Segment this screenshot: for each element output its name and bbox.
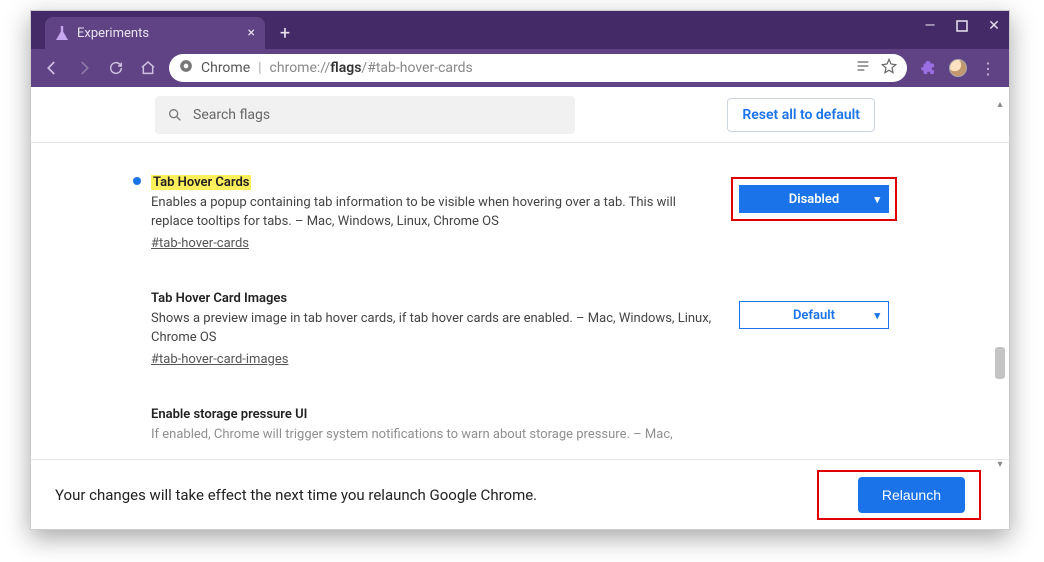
flags-list: Tab Hover Cards Enables a popup containi… [31, 143, 1009, 459]
extensions-icon[interactable] [917, 57, 939, 79]
tab-title: Experiments [77, 26, 149, 41]
scroll-up-icon[interactable]: ▴ [993, 97, 1007, 111]
url-prefix: Chrome [201, 60, 250, 76]
search-icon [167, 107, 183, 123]
content: Search flags Reset all to default Tab Ho… [31, 87, 1009, 529]
relaunch-message: Your changes will take effect the next t… [55, 486, 537, 504]
flag-title: Tab Hover Card Images [151, 291, 287, 306]
scroll-down-icon[interactable]: ▾ [993, 457, 1007, 471]
new-tab-button[interactable]: + [271, 19, 299, 47]
titlebar: Experiments × + ― ✕ [31, 11, 1009, 49]
minimize-icon[interactable]: ― [921, 17, 939, 35]
flag-anchor[interactable]: #tab-hover-card-images [151, 350, 288, 370]
avatar[interactable] [949, 59, 967, 77]
omnibox[interactable]: Chrome | chrome://flags/#tab-hover-cards [169, 54, 907, 82]
relaunch-button[interactable]: Relaunch [858, 477, 965, 513]
toolbar: Chrome | chrome://flags/#tab-hover-cards… [31, 49, 1009, 87]
forward-button[interactable] [73, 57, 95, 79]
flag-desc: Shows a preview image in tab hover cards… [151, 311, 711, 346]
browser-tab-experiments[interactable]: Experiments × [45, 17, 265, 49]
back-button[interactable] [41, 57, 63, 79]
scrollbar[interactable]: ▴ ▾ [993, 127, 1007, 459]
relaunch-bar: Your changes will take effect the next t… [31, 459, 1009, 529]
reader-icon[interactable] [855, 58, 871, 78]
close-icon[interactable]: ✕ [985, 17, 1003, 35]
url-path: chrome://flags/#tab-hover-cards [270, 60, 473, 76]
scroll-thumb[interactable] [995, 347, 1005, 379]
flag-dropdown[interactable]: Default [739, 289, 889, 369]
home-button[interactable] [137, 57, 159, 79]
flag-anchor[interactable]: #tab-hover-cards [151, 234, 249, 254]
flag-dropdown-value[interactable]: Disabled [739, 185, 889, 213]
chrome-info-icon [179, 59, 193, 77]
search-placeholder: Search flags [193, 107, 270, 123]
flags-topbar: Search flags Reset all to default [31, 87, 1009, 143]
flag-tab-hover-card-images: Tab Hover Card Images Shows a preview im… [151, 279, 889, 395]
flag-dropdown-value[interactable]: Default [739, 301, 889, 329]
flag-desc: If enabled, Chrome will trigger system n… [151, 427, 673, 442]
modified-dot-icon [133, 177, 141, 185]
flask-icon [55, 26, 69, 40]
flag-storage-pressure: Enable storage pressure UI If enabled, C… [151, 395, 889, 444]
flag-tab-hover-cards: Tab Hover Cards Enables a popup containi… [151, 163, 889, 279]
flag-title: Tab Hover Cards [151, 175, 251, 190]
close-tab-icon[interactable]: × [248, 25, 255, 41]
star-icon[interactable] [881, 58, 897, 78]
reload-button[interactable] [105, 57, 127, 79]
flag-desc: Enables a popup containing tab informati… [151, 195, 676, 230]
kebab-menu-icon[interactable]: ⋮ [977, 59, 999, 78]
reset-all-button[interactable]: Reset all to default [727, 98, 875, 132]
search-flags-input[interactable]: Search flags [155, 96, 575, 134]
flag-dropdown[interactable]: Disabled [739, 173, 889, 253]
maximize-icon[interactable] [953, 17, 971, 35]
flag-title: Enable storage pressure UI [151, 407, 307, 422]
browser-window: Experiments × + ― ✕ Chrome [30, 10, 1010, 530]
